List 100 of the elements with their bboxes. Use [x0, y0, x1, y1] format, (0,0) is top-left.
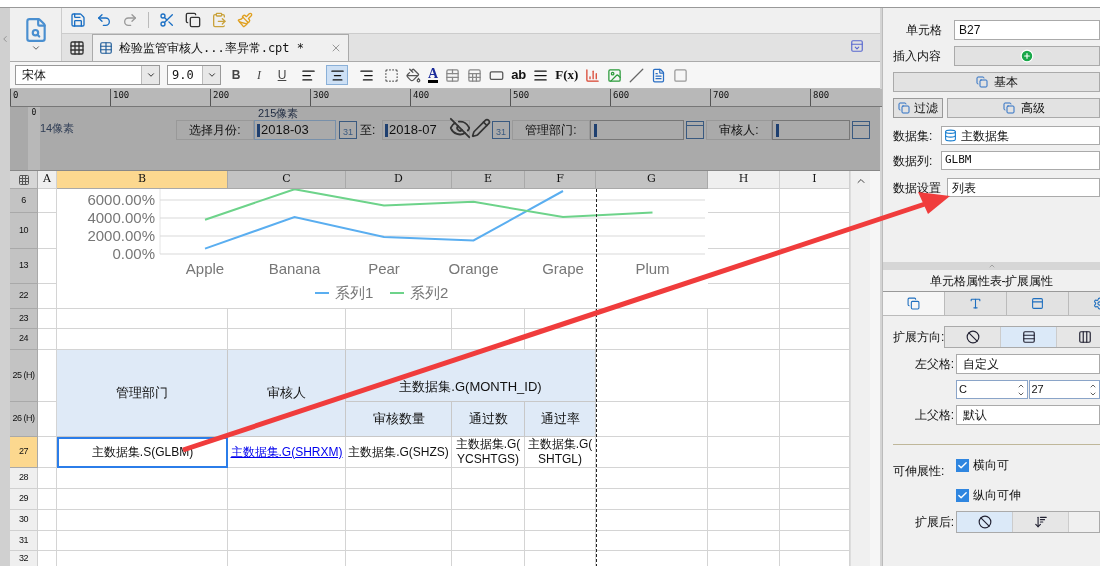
cut-icon[interactable]	[159, 12, 175, 29]
grid-cell[interactable]	[780, 329, 850, 350]
row-header[interactable]: 25 (H)	[10, 350, 38, 402]
column-header[interactable]: E	[452, 171, 525, 189]
row-header[interactable]: 6	[10, 189, 38, 213]
grid-cell[interactable]	[57, 531, 228, 551]
left-parent-select[interactable]: 自定义	[956, 354, 1100, 374]
row-header[interactable]: 27	[10, 437, 38, 468]
underline-button[interactable]: U	[274, 66, 290, 84]
grid-cell[interactable]	[452, 468, 525, 489]
grid-cell[interactable]	[346, 468, 452, 489]
undo-icon[interactable]	[96, 12, 112, 29]
table-cell[interactable]: 主数据集.G(SHZS)	[346, 437, 452, 468]
grid-cell[interactable]	[525, 468, 596, 489]
table-cell[interactable]: 主数据集.G( SHTGL)	[525, 437, 596, 468]
row-header[interactable]: 13	[10, 249, 38, 284]
grid-cell[interactable]	[780, 249, 850, 284]
grid-cell[interactable]	[452, 531, 525, 551]
grid-cell[interactable]	[708, 489, 780, 510]
grid-cell[interactable]	[38, 510, 57, 531]
grid-cell[interactable]	[228, 468, 346, 489]
grid-cell[interactable]	[346, 551, 452, 566]
grid-cell[interactable]	[346, 329, 452, 350]
input-field[interactable]: B27	[954, 20, 1100, 40]
grid-cell[interactable]	[57, 489, 228, 510]
filter-button[interactable]: 过滤	[893, 98, 943, 118]
grid-cell[interactable]	[38, 531, 57, 551]
direction-option[interactable]	[1001, 327, 1058, 347]
font-color-button[interactable]: A	[428, 67, 439, 83]
slash-icon[interactable]	[629, 67, 645, 83]
grid-cell[interactable]	[596, 350, 708, 402]
grid-cell[interactable]	[780, 510, 850, 531]
direction-option[interactable]	[1057, 327, 1100, 347]
grid-cell[interactable]	[228, 489, 346, 510]
grid-cell[interactable]	[596, 510, 708, 531]
table-cell[interactable]: 主数据集.G( YCSHTGS)	[452, 437, 525, 468]
checkbox[interactable]: 纵向可伸	[956, 486, 1021, 504]
grid-cell[interactable]	[596, 489, 708, 510]
grid-cell[interactable]	[525, 531, 596, 551]
collapse-icon[interactable]	[0, 34, 10, 44]
row-header[interactable]: 31	[10, 531, 38, 551]
row-header[interactable]: 23	[10, 309, 38, 329]
grid-cell[interactable]	[780, 309, 850, 329]
table-cell[interactable]: 主数据集.G(SHRXM)	[228, 437, 346, 468]
dataset-select[interactable]: 主数据集	[941, 126, 1100, 145]
grid-cell[interactable]	[38, 402, 57, 437]
grid-cell[interactable]	[57, 551, 228, 566]
table-icon[interactable]	[467, 67, 483, 83]
input-field[interactable]	[772, 120, 850, 140]
eye-slash-icon[interactable]	[449, 117, 471, 139]
grid-cell[interactable]	[780, 437, 850, 468]
row-header[interactable]: 30	[10, 510, 38, 531]
grid-cell[interactable]	[780, 468, 850, 489]
grid-cell[interactable]	[452, 510, 525, 531]
fill-icon[interactable]	[406, 67, 421, 83]
grid-cell[interactable]	[708, 213, 780, 249]
grid-cell[interactable]	[708, 531, 780, 551]
grid-cell[interactable]	[38, 437, 57, 468]
column-header[interactable]: A	[38, 171, 57, 189]
top-parent-select[interactable]: 默认	[956, 405, 1100, 425]
italic-button[interactable]: I	[251, 66, 267, 84]
advanced-button[interactable]: 高级	[947, 98, 1100, 118]
grid-cell[interactable]	[596, 437, 708, 468]
grid-cell[interactable]	[38, 329, 57, 350]
save-icon[interactable]	[70, 12, 86, 29]
text-tool-button[interactable]: ab	[511, 65, 527, 85]
direction-selector[interactable]	[944, 326, 1100, 348]
after-selector[interactable]	[956, 511, 1100, 533]
bold-button[interactable]: B	[228, 66, 244, 84]
after-option[interactable]	[1013, 512, 1069, 532]
grid-cell[interactable]	[346, 510, 452, 531]
grid-cell[interactable]	[708, 437, 780, 468]
grid-cell[interactable]	[708, 189, 780, 213]
column-header[interactable]: B	[57, 171, 228, 189]
formula-button[interactable]: F(x)	[555, 65, 579, 85]
grid-cell[interactable]	[525, 551, 596, 566]
file-tab[interactable]: 检验监管审核人...率异常.cpt *	[92, 34, 350, 61]
frame-icon[interactable]	[673, 67, 689, 83]
input-field[interactable]: 列表	[947, 178, 1100, 197]
column-spinner[interactable]: C	[956, 380, 1028, 399]
grid-cell[interactable]	[525, 489, 596, 510]
grid-cell[interactable]	[596, 329, 708, 350]
grid-cell[interactable]	[780, 531, 850, 551]
dropdown-icon[interactable]	[686, 121, 704, 139]
direction-option[interactable]	[945, 327, 1002, 347]
row-header[interactable]: 24	[10, 329, 38, 350]
document-icon[interactable]	[651, 67, 667, 83]
grid-cell[interactable]	[38, 551, 57, 566]
input-field[interactable]: GLBM	[941, 151, 1100, 170]
grid-cell[interactable]	[708, 551, 780, 566]
grid-cell[interactable]	[780, 551, 850, 566]
column-header[interactable]: F	[525, 171, 596, 189]
row-header[interactable]: 10	[10, 213, 38, 249]
panel-icon[interactable]	[850, 39, 864, 53]
row-header[interactable]: 32	[10, 551, 38, 566]
grid-cell[interactable]	[228, 531, 346, 551]
column-header[interactable]: D	[346, 171, 452, 189]
paragraph-icon[interactable]	[533, 67, 549, 83]
grid-cell[interactable]	[57, 468, 228, 489]
grid-cell[interactable]	[228, 309, 346, 329]
